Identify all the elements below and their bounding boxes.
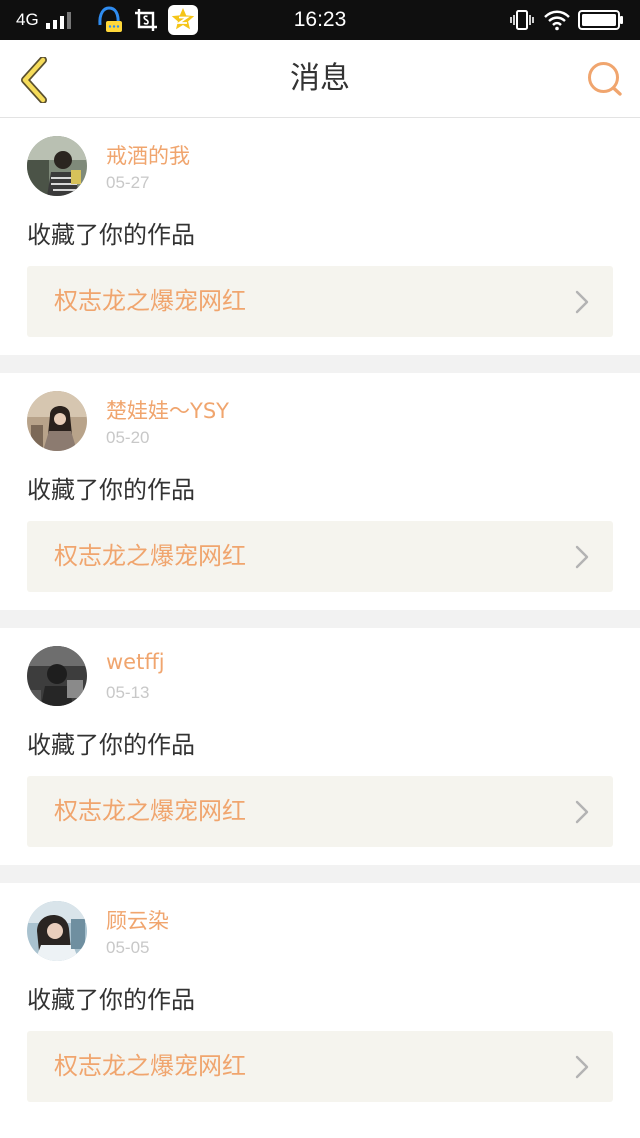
work-link[interactable]: 权志龙之爆宠网红: [27, 776, 613, 847]
message-username[interactable]: 戒酒的我: [106, 140, 190, 170]
work-link[interactable]: 权志龙之爆宠网红: [27, 266, 613, 337]
message-date: 05-27: [106, 173, 150, 192]
screenshot-icon: [134, 0, 158, 40]
message-item: 顾云染 05-05 收藏了你的作品 权志龙之爆宠网红: [0, 883, 640, 1120]
divider: [0, 610, 640, 628]
qq-notification-icon: [96, 0, 124, 40]
message-username[interactable]: 楚娃娃～YSY: [106, 395, 229, 425]
divider: [0, 355, 640, 373]
work-link[interactable]: 权志龙之爆宠网红: [27, 521, 613, 592]
work-title: 权志龙之爆宠网红: [54, 287, 246, 315]
avatar[interactable]: [27, 646, 87, 706]
message-item: wetffj 05-13 收藏了你的作品 权志龙之爆宠网红: [0, 628, 640, 865]
avatar[interactable]: [27, 391, 87, 451]
vibrate-icon: [510, 0, 534, 40]
message-action-text: 收藏了你的作品: [27, 221, 195, 249]
wifi-icon: [543, 0, 571, 40]
message-item: 戒酒的我 05-27 收藏了你的作品 权志龙之爆宠网红: [0, 118, 640, 355]
work-title: 权志龙之爆宠网红: [54, 1052, 246, 1080]
chevron-right-icon: [575, 290, 589, 314]
chevron-left-icon: [21, 57, 47, 103]
chevron-right-icon: [575, 1055, 589, 1079]
work-link[interactable]: 权志龙之爆宠网红: [27, 1031, 613, 1102]
avatar[interactable]: [27, 901, 87, 961]
message-action-text: 收藏了你的作品: [27, 731, 195, 759]
message-username[interactable]: wetffj: [106, 650, 165, 674]
qzone-app-icon: [168, 0, 198, 40]
avatar[interactable]: [27, 136, 87, 196]
page-title: 消息: [290, 61, 350, 96]
message-action-text: 收藏了你的作品: [27, 986, 195, 1014]
back-button[interactable]: [12, 54, 56, 106]
divider: [0, 865, 640, 883]
search-button[interactable]: [582, 56, 628, 102]
message-list: 戒酒的我 05-27 收藏了你的作品 权志龙之爆宠网红 楚娃娃～YSY 05-2…: [0, 118, 640, 1120]
network-type: 4G: [16, 10, 39, 29]
message-action-text: 收藏了你的作品: [27, 476, 195, 504]
message-date: 05-13: [106, 683, 150, 702]
message-item: 楚娃娃～YSY 05-20 收藏了你的作品 权志龙之爆宠网红: [0, 373, 640, 610]
chevron-right-icon: [575, 545, 589, 569]
message-date: 05-05: [106, 938, 150, 957]
signal-icon: [45, 0, 77, 40]
chevron-right-icon: [575, 800, 589, 824]
message-date: 05-20: [106, 428, 150, 447]
battery-icon: [578, 0, 624, 40]
work-title: 权志龙之爆宠网红: [54, 797, 246, 825]
message-username[interactable]: 顾云染: [106, 905, 169, 935]
search-icon: [588, 62, 622, 96]
status-bar: 4G 16:23: [0, 0, 640, 40]
work-title: 权志龙之爆宠网红: [54, 542, 246, 570]
nav-bar: 消息: [0, 40, 640, 118]
